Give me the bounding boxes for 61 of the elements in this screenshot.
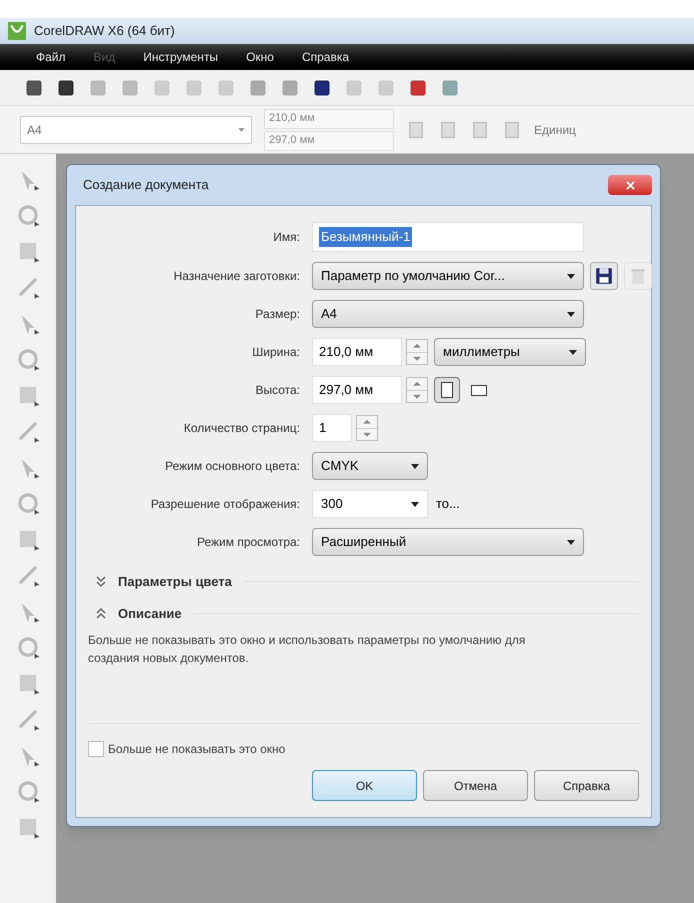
dialog-button[interactable]: OK: [312, 770, 417, 801]
property-icon[interactable]: [502, 120, 522, 140]
app-logo-icon: [8, 22, 26, 40]
checkbox-label[interactable]: Больше не показывать это окно: [108, 740, 286, 758]
expand-icon[interactable]: [96, 576, 106, 588]
dialog-title: Создание документа: [83, 176, 209, 194]
dropdown[interactable]: Параметр по умолчанию Cor...: [312, 262, 584, 290]
menu-item[interactable]: Инструменты: [143, 48, 218, 66]
dropdown[interactable]: CMYK: [312, 452, 428, 480]
dropdown[interactable]: миллиметры: [434, 338, 586, 366]
save-icon[interactable]: [590, 262, 618, 290]
input-field[interactable]: 1: [312, 414, 352, 442]
field-label: Количество страниц:: [182, 420, 300, 437]
dropdown-arrow-icon: [567, 540, 575, 544]
collapse-icon[interactable]: [96, 607, 106, 620]
menu-item[interactable]: Файл: [36, 48, 66, 66]
description-text: Больше не показывать это окно и использовать параметры по умолчанию для создания новых документов.: [88, 632, 526, 667]
dropdown[interactable]: 300: [312, 490, 428, 518]
dropdown[interactable]: A4: [312, 300, 584, 328]
dropdown-arrow-icon: [411, 502, 419, 506]
section-header[interactable]: Параметры цвета: [118, 572, 232, 592]
dropdown-arrow-icon: [238, 128, 245, 132]
dropdown-arrow-icon: [411, 464, 419, 468]
field-label: Режим просмотра:: [196, 534, 300, 551]
portrait-button[interactable]: [434, 377, 460, 403]
close-button[interactable]: [608, 175, 652, 195]
units-label: Единиц: [534, 122, 576, 138]
window-title: CorelDRAW X6 (64 бит): [34, 22, 175, 40]
spin-buttons[interactable]: [356, 415, 378, 441]
dialog-button[interactable]: Отмена: [423, 770, 528, 801]
property-icon[interactable]: [406, 120, 426, 140]
toolbar-icon[interactable]: [312, 78, 332, 98]
toolbar-icon[interactable]: [24, 78, 44, 98]
section-header[interactable]: Описание: [118, 604, 182, 623]
toolbar-icon[interactable]: [56, 78, 76, 98]
field-label: Имя:: [272, 229, 300, 246]
name-field[interactable]: Безымянный-1: [312, 222, 584, 252]
field-label: Размер:: [254, 306, 300, 323]
field-label: Назначение заготовки:: [172, 268, 300, 285]
field-label: Разрешение отображения:: [150, 496, 300, 513]
property-icon[interactable]: [470, 120, 490, 140]
page-size-dropdown[interactable]: A4: [20, 116, 252, 144]
field-label: Высота:: [254, 382, 300, 399]
spin-buttons[interactable]: [406, 377, 428, 403]
dropdown[interactable]: Расширенный: [312, 528, 584, 556]
menu-item[interactable]: Справка: [302, 48, 350, 66]
input-field[interactable]: 297,0 мм: [312, 376, 402, 404]
input-field[interactable]: 210,0 мм: [312, 338, 402, 366]
property-icon[interactable]: [438, 120, 458, 140]
checkbox[interactable]: [88, 741, 104, 757]
spin-buttons[interactable]: [406, 339, 428, 365]
field-label: Ширина:: [251, 344, 300, 361]
field-label: Режим основного цвета:: [164, 458, 300, 475]
dropdown-arrow-icon: [567, 274, 575, 278]
dropdown-arrow-icon: [567, 312, 575, 316]
close-icon: [626, 180, 634, 190]
trash-icon[interactable]: [624, 262, 652, 290]
menu-item[interactable]: Окно: [246, 48, 274, 66]
dialog-button[interactable]: Справка: [534, 770, 639, 801]
units-label: то...: [436, 495, 460, 514]
dropdown-arrow-icon: [569, 350, 577, 354]
